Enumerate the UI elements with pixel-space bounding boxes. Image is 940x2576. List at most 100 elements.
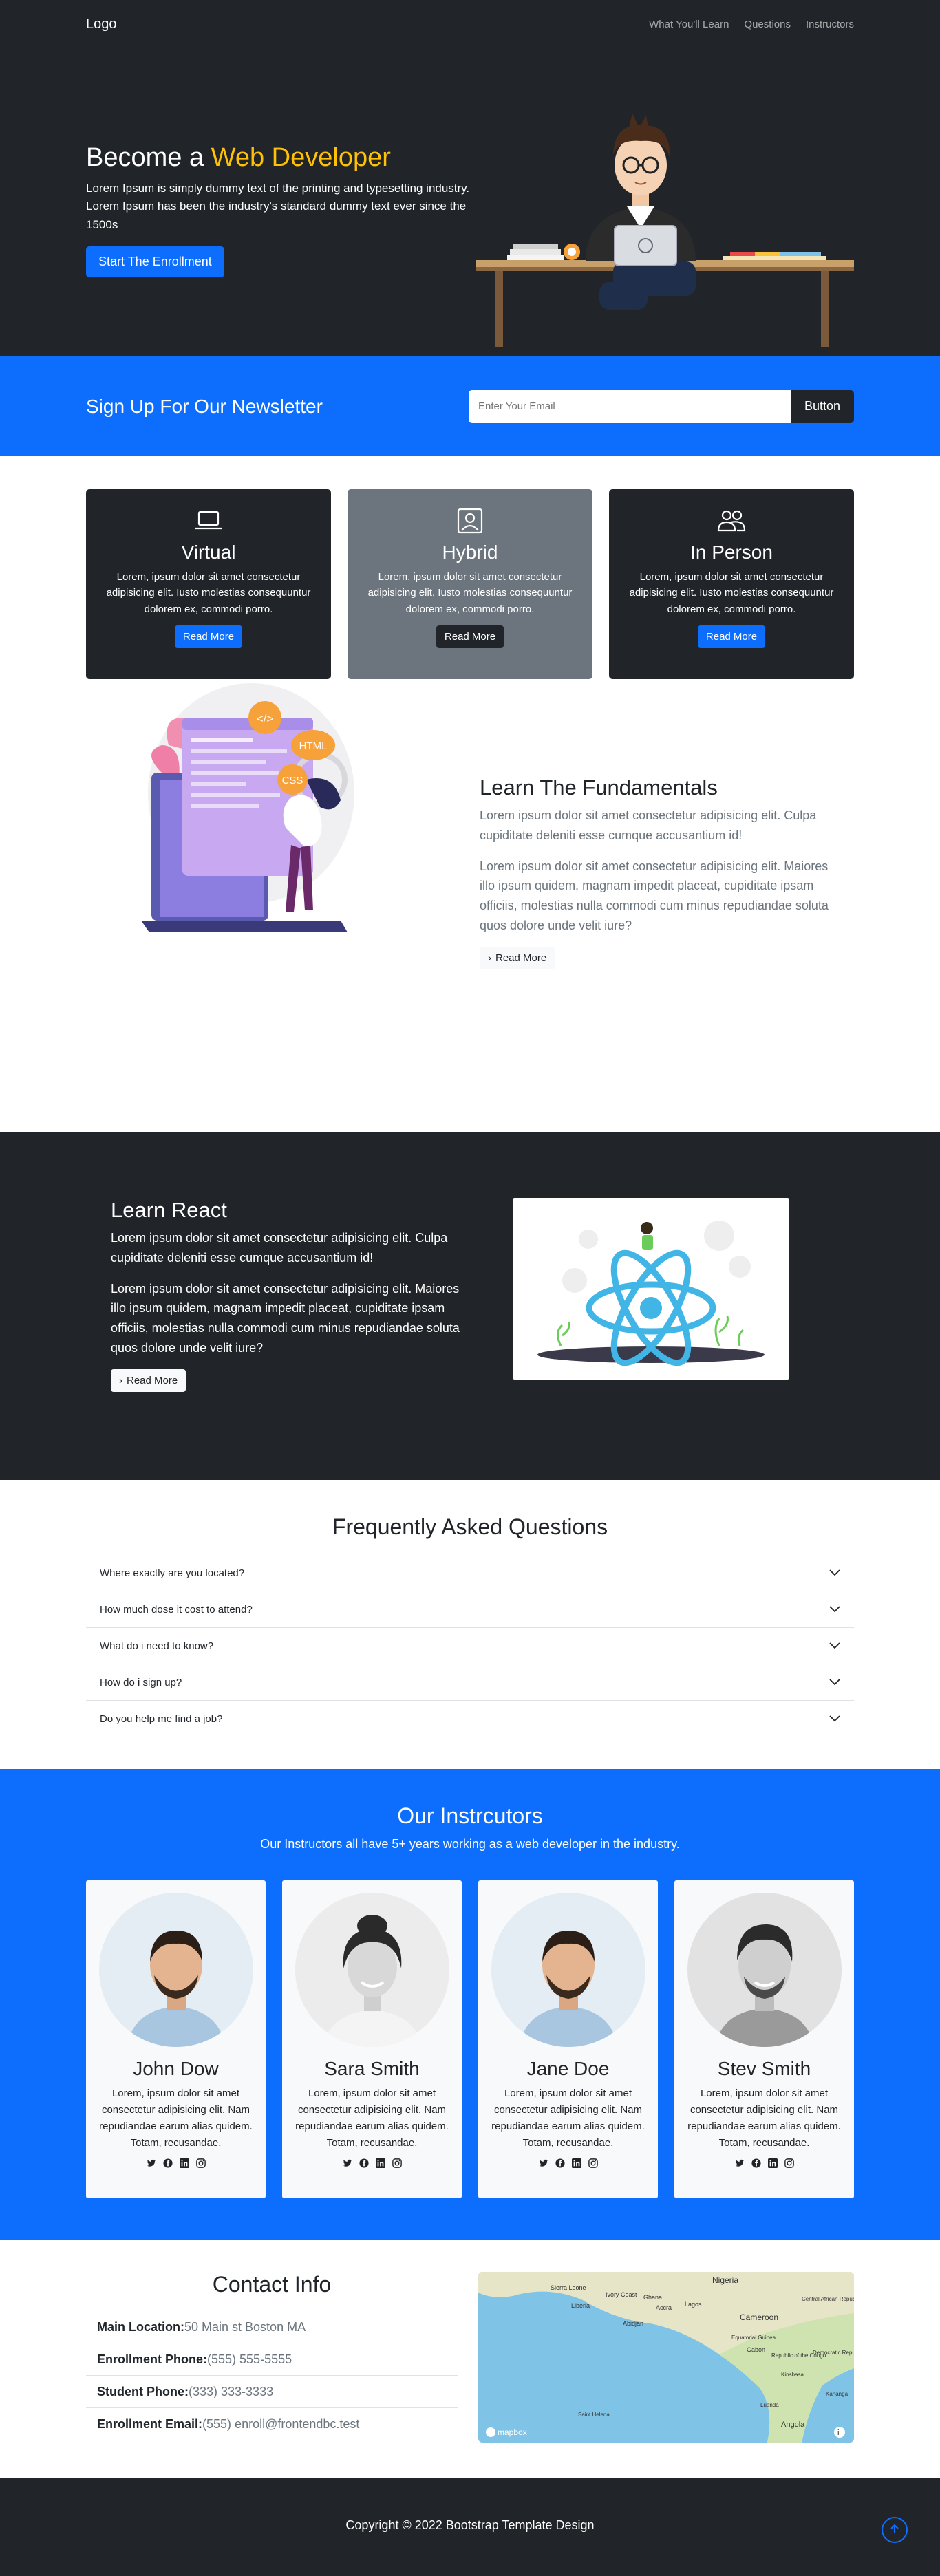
map-label: Cameroon xyxy=(740,2312,778,2322)
read-more-label: Read More xyxy=(495,952,547,964)
faq-item[interactable]: Do you help me find a job? xyxy=(86,1701,854,1737)
read-more-label: Read More xyxy=(127,1374,178,1386)
contact-label: Student Phone: xyxy=(97,2385,189,2398)
twitter-icon[interactable] xyxy=(343,2158,352,2171)
box-in-person: In Person Lorem, ipsum dolor sit amet co… xyxy=(609,489,854,679)
faq-title: Frequently Asked Questions xyxy=(332,1514,608,1539)
contact-label: Main Location: xyxy=(97,2320,184,2334)
chevron-down-icon xyxy=(829,1640,840,1652)
map-label: Ghana xyxy=(643,2294,662,2301)
twitter-icon[interactable] xyxy=(539,2158,548,2171)
map-label: Sierra Leone xyxy=(551,2284,586,2291)
people-icon xyxy=(624,507,839,535)
contact-student-phone: Student Phone:(333) 333-3333 xyxy=(86,2376,458,2408)
map-label: Accra xyxy=(656,2304,672,2311)
info-icon[interactable]: i xyxy=(837,2429,839,2437)
faq-item[interactable]: What do i need to know? xyxy=(86,1628,854,1664)
read-more-button[interactable]: Read More xyxy=(436,625,504,648)
avatar xyxy=(295,1893,449,2047)
instagram-icon[interactable] xyxy=(784,2158,794,2171)
box-title: Hybrid xyxy=(442,541,498,563)
developer-illustration xyxy=(476,114,854,347)
linkedin-icon[interactable] xyxy=(767,2158,778,2171)
faq-question: What do i need to know? xyxy=(100,1640,214,1652)
subscribe-button[interactable]: Button xyxy=(791,389,854,423)
arrow-up-icon xyxy=(889,2523,900,2537)
contact-section: Contact Info Main Location:50 Main st Bo… xyxy=(0,2240,940,2478)
map-label: Liberia xyxy=(571,2302,590,2309)
box-text: Lorem, ipsum dolor sit amet consectetur … xyxy=(629,571,834,615)
facebook-icon[interactable] xyxy=(359,2158,369,2171)
instructors-section: Our Instrcutors Our Instructors all have… xyxy=(0,1769,940,2240)
instructors-title: Our Instrcutors xyxy=(397,1803,543,1828)
faq-section: Frequently Asked Questions Where exactly… xyxy=(0,1480,940,1769)
twitter-icon[interactable] xyxy=(147,2158,156,2171)
faq-item[interactable]: How do i sign up? xyxy=(86,1664,854,1701)
chevron-down-icon xyxy=(829,1677,840,1688)
facebook-icon[interactable] xyxy=(555,2158,565,2171)
avatar xyxy=(98,1893,253,2047)
map-label: Saint Helena xyxy=(578,2412,610,2418)
map[interactable]: Nigeria Sierra Leone Ivory Coast Liberia… xyxy=(478,2272,854,2443)
contact-label: Enrollment Email: xyxy=(97,2417,203,2431)
map-label: Nigeria xyxy=(712,2275,738,2285)
web-dev-illustration: </> HTML CSS xyxy=(141,683,354,932)
contact-location: Main Location:50 Main st Boston MA xyxy=(86,2311,458,2343)
instructor-name: John Dow xyxy=(133,2058,219,2079)
boxes-section: Virtual Lorem, ipsum dolor sit amet cons… xyxy=(0,456,940,690)
back-to-top-button[interactable] xyxy=(882,2517,908,2543)
start-enrollment-button[interactable]: Start The Enrollment xyxy=(86,246,224,278)
linkedin-icon[interactable] xyxy=(179,2158,189,2171)
map-label: Ivory Coast xyxy=(606,2291,637,2298)
social-links xyxy=(293,2158,451,2171)
instagram-icon[interactable] xyxy=(392,2158,402,2171)
chevron-right-icon: › xyxy=(488,952,491,964)
instagram-icon[interactable] xyxy=(588,2158,598,2171)
social-links xyxy=(489,2158,647,2171)
map-label: Kinshasa xyxy=(781,2372,804,2378)
react-text: Learn React Lorem ipsum dolor sit amet c… xyxy=(111,1198,469,1392)
faq-accordion: Where exactly are you located? How much … xyxy=(86,1555,854,1737)
facebook-icon[interactable] xyxy=(751,2158,761,2171)
react-p2: Lorem ipsum dolor sit amet consectetur a… xyxy=(111,1281,460,1355)
css-badge: CSS xyxy=(282,775,303,786)
read-more-button[interactable]: › Read More xyxy=(480,946,555,969)
map-label: Central African Republic xyxy=(802,2296,854,2302)
facebook-icon[interactable] xyxy=(162,2158,173,2171)
fundamentals-title: Learn The Fundamentals xyxy=(480,775,718,799)
nav-link-questions[interactable]: Questions xyxy=(744,19,791,30)
linkedin-icon[interactable] xyxy=(571,2158,581,2171)
instagram-icon[interactable] xyxy=(195,2158,206,2171)
contact-enrollment-phone: Enrollment Phone:(555) 555-5555 xyxy=(86,2343,458,2376)
instructor-bio: Lorem, ipsum dolor sit amet consectetur … xyxy=(491,2087,645,2149)
faq-item[interactable]: Where exactly are you located? xyxy=(86,1555,854,1591)
email-input[interactable] xyxy=(469,389,791,423)
instructor-name: Jane Doe xyxy=(526,2058,610,2079)
react-p1: Lorem ipsum dolor sit amet consectetur a… xyxy=(111,1231,448,1265)
fundamentals-section: </> HTML CSS Learn The Fundamentals Lore… xyxy=(0,683,940,969)
twitter-icon[interactable] xyxy=(735,2158,745,2171)
instructor-card: Jane Doe Lorem, ipsum dolor sit amet con… xyxy=(478,1880,658,2198)
map-label: Abidjan xyxy=(623,2320,643,2327)
contact-info: Contact Info Main Location:50 Main st Bo… xyxy=(86,2272,458,2443)
faq-question: Where exactly are you located? xyxy=(100,1567,245,1579)
read-more-button[interactable]: Read More xyxy=(697,625,766,648)
nav-link-instructors[interactable]: Instructors xyxy=(806,19,854,30)
logo[interactable]: Logo xyxy=(86,17,117,32)
hero-section: Become a Web Developer Lorem Ipsum is si… xyxy=(0,48,940,356)
read-more-button[interactable]: › Read More xyxy=(111,1368,186,1392)
html-badge: HTML xyxy=(299,740,328,752)
instructor-cards: John Dow Lorem, ipsum dolor sit amet con… xyxy=(86,1880,854,2198)
contact-value: (555) 555-5555 xyxy=(207,2352,292,2366)
read-more-button[interactable]: Read More xyxy=(174,625,243,648)
faq-item[interactable]: How much dose it cost to attend? xyxy=(86,1591,854,1628)
instructor-card: Sara Smith Lorem, ipsum dolor sit amet c… xyxy=(282,1880,462,2198)
newsletter-section: Sign Up For Our Newsletter Button xyxy=(0,356,940,456)
nav-link-learn[interactable]: What You'll Learn xyxy=(649,19,729,30)
hero-title: Become a Web Developer xyxy=(86,143,471,173)
navbar: Logo What You'll Learn Questions Instruc… xyxy=(0,0,940,48)
linkedin-icon[interactable] xyxy=(375,2158,385,2171)
newsletter-form: Button xyxy=(469,389,854,423)
nav-links: What You'll Learn Questions Instructors xyxy=(649,19,854,30)
react-illustration xyxy=(513,1198,789,1380)
